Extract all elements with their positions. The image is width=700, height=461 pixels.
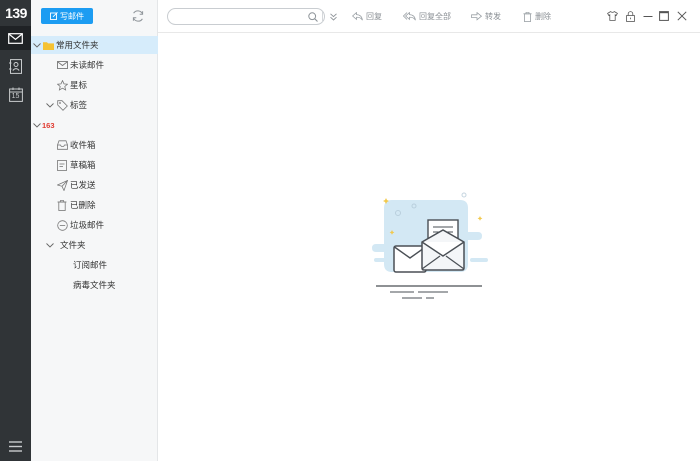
folder-panel: 写邮件 常用文件夹 未读邮件 星标 标签 163 收件箱 草稿箱 已发送 已删除… <box>31 0 158 461</box>
app-logo: 139 <box>5 5 27 21</box>
search-box <box>167 8 337 25</box>
search-input[interactable] <box>176 11 300 22</box>
folder-group-label: 文件夹 <box>60 240 86 250</box>
folder-item-label: 收件箱 <box>70 140 96 150</box>
search-options-button[interactable] <box>326 9 340 24</box>
delete-label: 删除 <box>535 12 551 21</box>
double-chevron-down-icon <box>329 12 337 21</box>
folder-item-label: 标签 <box>70 100 88 110</box>
calendar-icon: 15 <box>8 87 23 102</box>
folder-item-inbox[interactable]: 收件箱 <box>31 136 158 154</box>
calendar-day-label: 15 <box>11 92 20 100</box>
empty-mail-illustration <box>370 190 492 306</box>
rail-mail-button[interactable] <box>0 26 31 50</box>
folder-item-label: 病毒文件夹 <box>73 280 116 290</box>
chevron-down-icon <box>32 42 42 48</box>
trash-icon <box>523 11 532 22</box>
forward-button[interactable]: 转发 <box>471 9 501 24</box>
minimize-button[interactable] <box>642 10 654 22</box>
folder-item-label: 已删除 <box>70 200 96 210</box>
folder-group-custom[interactable]: 文件夹 <box>31 236 158 254</box>
folder-item-sent[interactable]: 已发送 <box>31 176 158 194</box>
spam-icon <box>56 219 68 231</box>
mail-icon <box>8 32 23 44</box>
maximize-icon <box>659 11 669 21</box>
lock-icon <box>625 10 635 22</box>
forward-label: 转发 <box>485 12 501 21</box>
mail-app: 139 15 写邮件 常用文件夹 未读邮件 星标 标签 163 收件箱 草稿箱 … <box>0 0 700 461</box>
folder-item-subscriptions[interactable]: 订阅邮件 <box>31 256 158 274</box>
compose-button[interactable]: 写邮件 <box>41 8 93 24</box>
refresh-button[interactable] <box>131 9 145 23</box>
folder-item-deleted[interactable]: 已删除 <box>31 196 158 214</box>
reply-icon <box>352 12 363 21</box>
skin-button[interactable] <box>606 10 618 22</box>
folder-item-label: 草稿箱 <box>70 160 96 170</box>
delete-button[interactable]: 删除 <box>523 9 551 24</box>
common-folder-label: 常用文件夹 <box>56 40 99 50</box>
menu-icon <box>9 440 22 452</box>
folder-item-drafts[interactable]: 草稿箱 <box>31 156 158 174</box>
chevron-down-icon <box>45 242 55 248</box>
chevron-down-icon <box>45 102 55 108</box>
folder-item-label: 已发送 <box>70 180 96 190</box>
shirt-icon <box>606 11 618 21</box>
refresh-icon <box>132 10 144 22</box>
search-icon[interactable] <box>308 12 318 24</box>
reply-all-button[interactable]: 回复全部 <box>403 9 451 24</box>
compose-label: 写邮件 <box>60 11 84 21</box>
contacts-icon <box>9 58 22 74</box>
toolbar: 回复 回复全部 转发 删除 <box>158 0 700 33</box>
account-group-163[interactable]: 163 <box>31 116 158 134</box>
folder-item-label: 垃圾邮件 <box>70 220 105 230</box>
account-163-badge: 163 <box>42 120 55 130</box>
draft-icon <box>56 159 68 171</box>
folder-item-label: 未读邮件 <box>70 60 105 70</box>
app-rail: 139 15 <box>0 0 31 461</box>
reply-button[interactable]: 回复 <box>352 9 382 24</box>
lock-button[interactable] <box>624 10 636 22</box>
star-icon <box>56 79 68 91</box>
folder-item-unread[interactable]: 未读邮件 <box>31 56 158 74</box>
search-divider <box>322 12 323 22</box>
inbox-icon <box>56 139 68 151</box>
rail-calendar-button[interactable]: 15 <box>0 82 31 106</box>
tag-icon <box>56 99 68 111</box>
close-button[interactable] <box>676 10 688 22</box>
folder-item-label: 星标 <box>70 80 88 90</box>
folder-item-spam[interactable]: 垃圾邮件 <box>31 216 158 234</box>
compose-icon <box>50 12 58 20</box>
unread-mail-icon <box>56 59 68 71</box>
folder-item-label: 订阅邮件 <box>73 260 108 270</box>
folder-icon <box>42 39 54 51</box>
reply-label: 回复 <box>366 12 382 21</box>
maximize-button[interactable] <box>658 10 670 22</box>
common-folder-group[interactable]: 常用文件夹 <box>31 36 158 54</box>
sent-icon <box>56 179 68 191</box>
minimize-icon <box>643 16 653 17</box>
reply-all-icon <box>403 12 416 21</box>
folder-item-virus[interactable]: 病毒文件夹 <box>31 276 158 294</box>
rail-menu-button[interactable] <box>0 434 31 458</box>
forward-icon <box>471 12 482 21</box>
close-icon <box>677 11 687 21</box>
trash-icon <box>56 199 68 211</box>
rail-contacts-button[interactable] <box>0 54 31 78</box>
folder-item-tags[interactable]: 标签 <box>31 96 158 114</box>
chevron-down-icon <box>32 122 42 128</box>
reply-all-label: 回复全部 <box>419 12 451 21</box>
folder-item-starred[interactable]: 星标 <box>31 76 158 94</box>
